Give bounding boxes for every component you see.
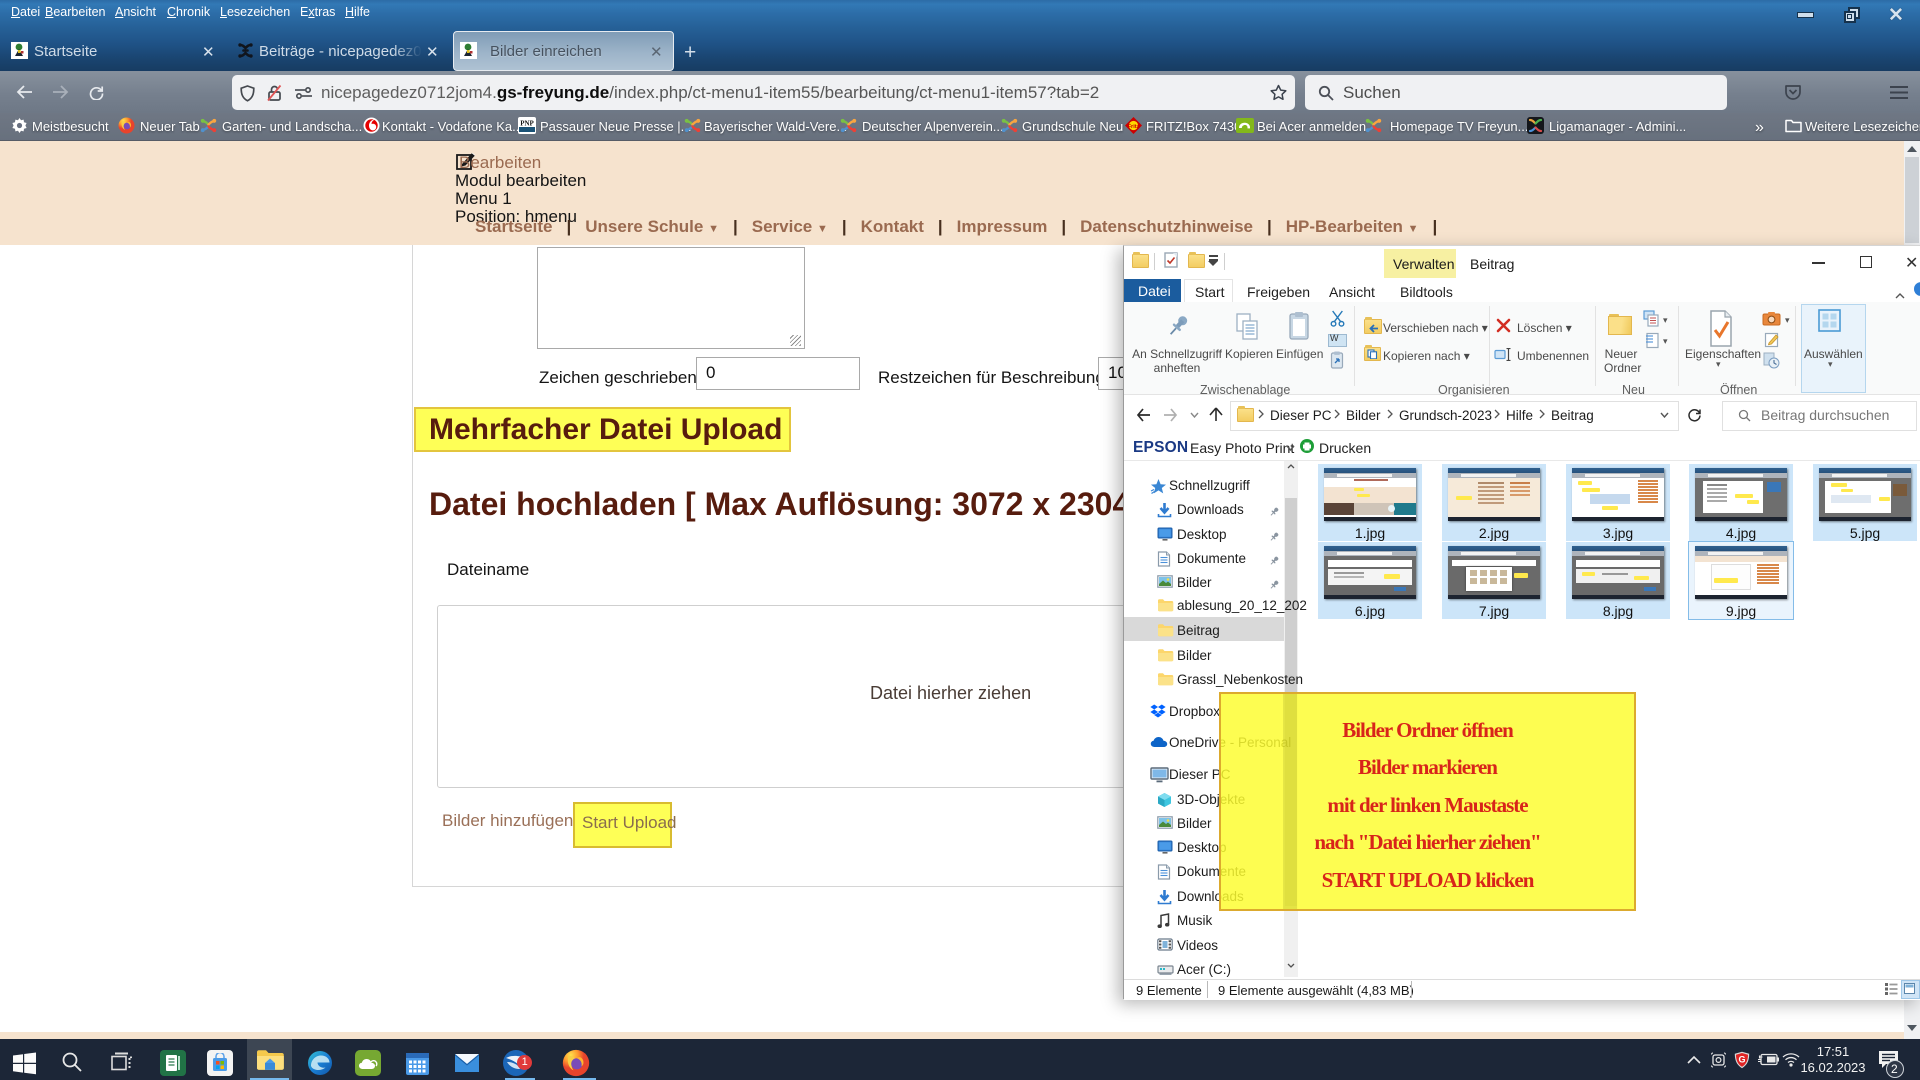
svg-text:PNP: PNP	[520, 120, 534, 128]
svg-text:Fritz: Fritz	[1128, 124, 1140, 130]
svg-text:G: G	[1738, 1055, 1745, 1065]
